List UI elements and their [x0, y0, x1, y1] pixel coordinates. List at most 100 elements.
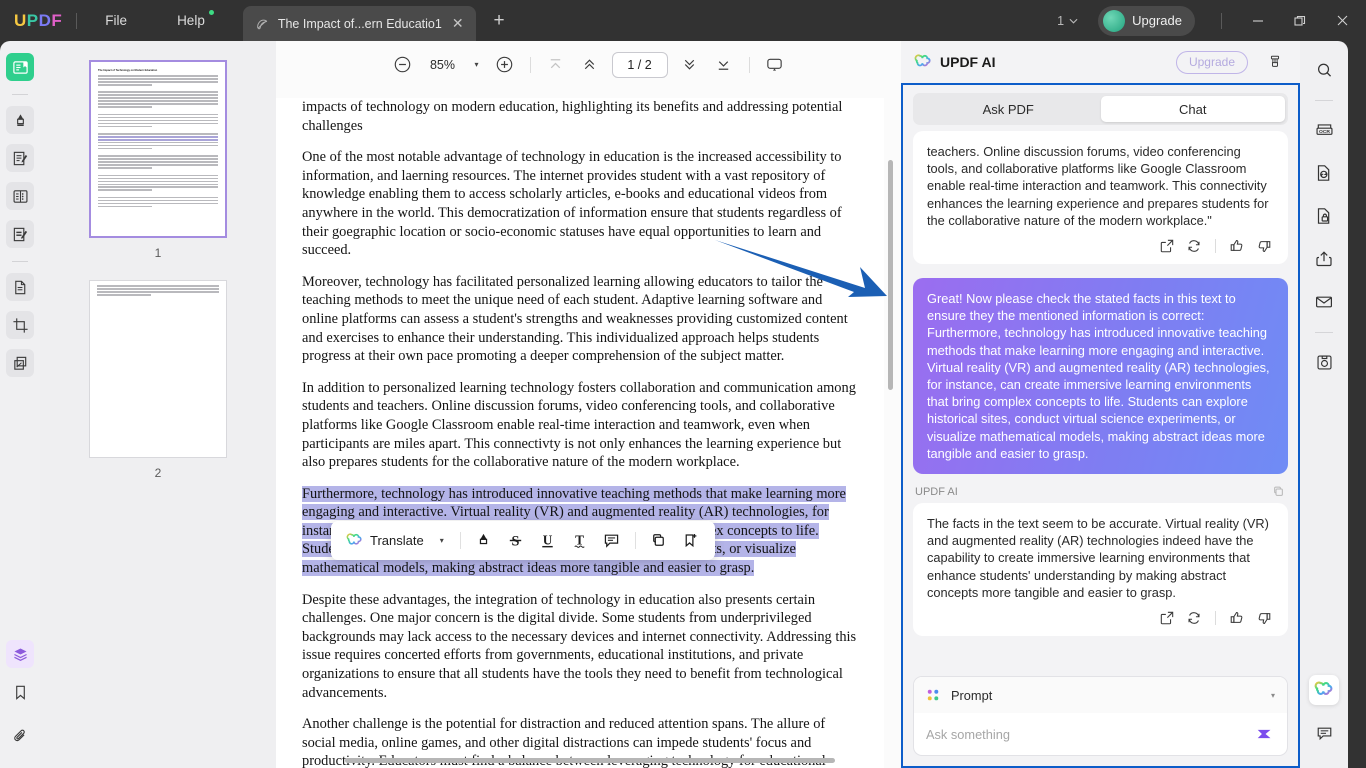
new-tab-button[interactable]: + [494, 10, 505, 32]
chat-message-list[interactable]: teachers. Online discussion forums, vide… [903, 131, 1298, 717]
sidebar-item-reader[interactable] [6, 53, 34, 81]
ai-sender-label: UPDF AI [915, 486, 958, 498]
translate-chevron-down-icon[interactable]: ▾ [432, 536, 452, 545]
ask-input[interactable] [926, 727, 1247, 742]
zoom-in-button[interactable] [489, 49, 521, 81]
sidebar-item-highlighter[interactable] [6, 106, 34, 134]
chevron-down-icon[interactable]: ▾ [466, 60, 486, 69]
previous-page-button[interactable] [574, 49, 606, 81]
ai-panel-header: UPDF AI Upgrade [901, 41, 1300, 83]
right-rail-divider-1 [1315, 100, 1333, 101]
sidebar-item-convert[interactable] [6, 273, 34, 301]
clear-chat-icon[interactable] [1262, 49, 1288, 75]
ai-chat-container: Ask PDF Chat teachers. Online discussion… [901, 83, 1300, 768]
convert-file-icon[interactable] [1309, 158, 1339, 188]
translate-button[interactable]: Translate [340, 532, 430, 549]
updf-ai-panel: UPDF AI Upgrade Ask PDF Chat teachers. O… [901, 41, 1300, 768]
protect-icon[interactable] [1309, 201, 1339, 231]
menu-file[interactable]: File [91, 9, 141, 32]
close-tab-button[interactable]: ✕ [450, 15, 466, 32]
underline-icon[interactable]: U [533, 526, 563, 556]
thumbs-up-icon[interactable] [1229, 610, 1245, 626]
document-tab[interactable]: The Impact of...ern Educatio1 ✕ [243, 6, 476, 41]
save-snapshot-icon[interactable] [1309, 347, 1339, 377]
sidebar-item-attachment[interactable] [6, 722, 34, 750]
tab-ask-pdf[interactable]: Ask PDF [916, 96, 1101, 122]
page-thumbnail[interactable] [89, 280, 227, 458]
zoom-out-button[interactable] [386, 49, 418, 81]
updf-ai-icon[interactable] [1309, 675, 1339, 705]
document-viewer[interactable]: impacts of technology on modern educatio… [276, 88, 901, 768]
text-selection-toolbar: Translate ▾ S U T [331, 521, 715, 560]
search-icon[interactable] [1309, 55, 1339, 85]
sidebar-item-bookmark[interactable] [6, 678, 34, 706]
first-page-button[interactable] [540, 49, 572, 81]
export-icon[interactable] [1159, 610, 1175, 626]
next-page-button[interactable] [674, 49, 706, 81]
help-notification-dot [209, 10, 214, 15]
sidebar-item-edit-pdf[interactable] [6, 144, 34, 172]
send-icon[interactable] [1255, 724, 1275, 744]
right-rail-divider-2 [1315, 332, 1333, 333]
zoom-level-value[interactable]: 85% [420, 58, 464, 72]
strikethrough-icon[interactable]: S [501, 526, 531, 556]
document-horizontal-scrollbar[interactable] [345, 758, 835, 763]
updf-ai-icon [913, 53, 932, 72]
ocr-icon[interactable]: OCR [1309, 115, 1339, 145]
actions-divider [1215, 239, 1216, 253]
translate-label: Translate [370, 533, 424, 548]
document-vertical-scrollbar[interactable] [888, 160, 893, 390]
presentation-mode-button[interactable] [759, 49, 791, 81]
svg-text:S: S [512, 533, 520, 549]
window-list-button[interactable]: 1 [1049, 10, 1086, 32]
thumbnail-page-number: 1 [155, 246, 162, 260]
sidebar-item-form[interactable] [6, 182, 34, 210]
sidebar-item-layers[interactable] [6, 640, 34, 668]
regenerate-icon[interactable] [1186, 610, 1202, 626]
svg-text:U: U [543, 532, 553, 547]
doc-paragraph: In addition to personalized learning tec… [302, 379, 858, 472]
add-comment-icon[interactable] [597, 526, 627, 556]
pdf-page-1: impacts of technology on modern educatio… [276, 88, 884, 768]
thumbs-down-icon[interactable] [1256, 610, 1272, 626]
rail-divider-2 [12, 261, 28, 262]
tab-chat[interactable]: Chat [1101, 96, 1286, 122]
share-icon[interactable] [1309, 244, 1339, 274]
comments-icon[interactable] [1309, 718, 1339, 748]
message-actions [927, 601, 1274, 630]
close-window-button[interactable] [1322, 0, 1362, 41]
maximize-restore-button[interactable] [1280, 0, 1320, 41]
ai-message-bubble: teachers. Online discussion forums, vide… [913, 131, 1288, 264]
thumbnail-page-number: 2 [155, 466, 162, 480]
thumbs-down-icon[interactable] [1256, 238, 1272, 254]
document-top-mask [276, 88, 901, 98]
chevron-down-icon[interactable]: ▾ [1271, 691, 1275, 700]
upgrade-button[interactable]: Upgrade [1098, 6, 1195, 36]
email-icon[interactable] [1309, 287, 1339, 317]
sidebar-item-comment-edit[interactable] [6, 220, 34, 248]
regenerate-icon[interactable] [1186, 238, 1202, 254]
copy-icon[interactable] [1271, 484, 1286, 499]
svg-text:T: T [575, 532, 584, 547]
thumbs-up-icon[interactable] [1229, 238, 1245, 254]
page-thumbnail-panel[interactable]: The Impact of Technology on Modern Educa… [40, 41, 276, 768]
squiggly-underline-icon[interactable]: T [565, 526, 595, 556]
sidebar-item-crop[interactable] [6, 311, 34, 339]
export-icon[interactable] [1159, 238, 1175, 254]
minimize-button[interactable] [1238, 0, 1278, 41]
page-thumbnail[interactable]: The Impact of Technology on Modern Educa… [89, 60, 227, 238]
highlight-icon[interactable] [469, 526, 499, 556]
page-number-input[interactable]: 1 / 2 [612, 52, 668, 78]
ai-message-text: The facts in the text seem to be accurat… [927, 515, 1274, 601]
actions-divider [1215, 611, 1216, 625]
sidebar-item-organize-pages[interactable] [6, 349, 34, 377]
ai-upgrade-button[interactable]: Upgrade [1176, 51, 1248, 74]
menu-help[interactable]: Help [163, 9, 219, 32]
titlebar-divider [76, 13, 77, 29]
thumbnail-doc-title: The Impact of Technology on Modern Educa… [98, 69, 218, 72]
prompt-selector[interactable]: Prompt ▾ [914, 677, 1287, 713]
add-bookmark-icon[interactable] [676, 526, 706, 556]
upgrade-label: Upgrade [1132, 13, 1182, 28]
last-page-button[interactable] [708, 49, 740, 81]
copy-icon[interactable] [644, 526, 674, 556]
